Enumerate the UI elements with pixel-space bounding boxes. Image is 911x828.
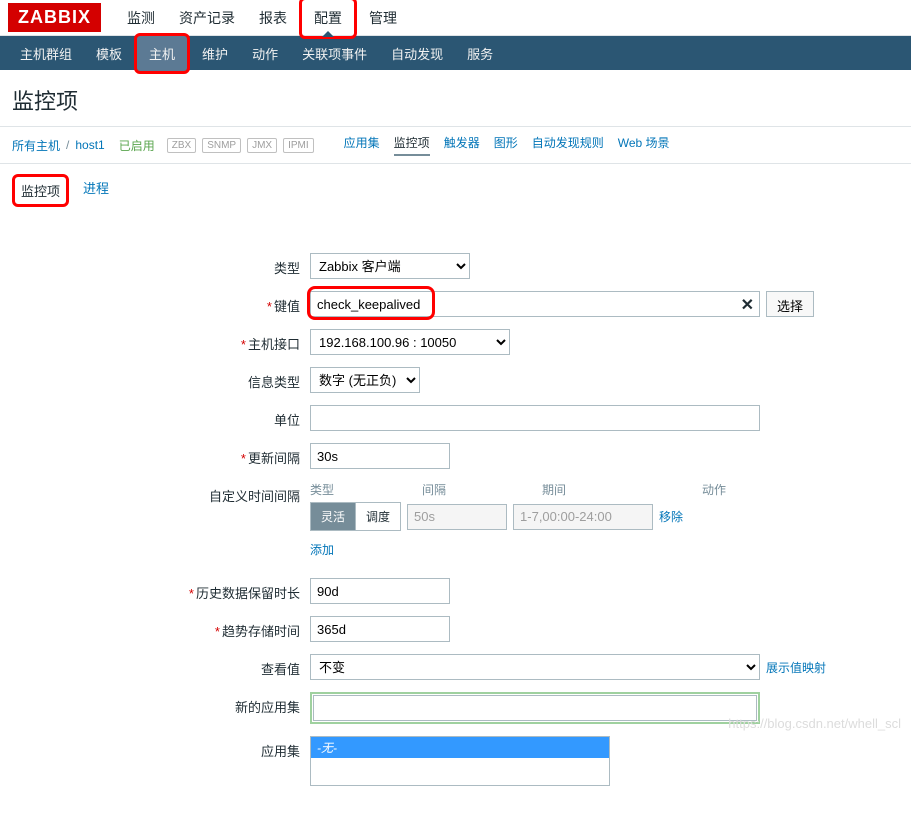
interval-type-toggle[interactable]: 灵活 调度 xyxy=(310,502,401,531)
irow-period-input[interactable] xyxy=(513,504,653,530)
label-newapp: 新的应用集 xyxy=(235,700,300,715)
showvalue-select[interactable]: 不变 xyxy=(310,654,760,680)
pill-zbx: ZBX xyxy=(167,138,196,153)
remove-link[interactable]: 移除 xyxy=(659,508,683,525)
item-form: *名称 xyxy=(0,213,911,253)
subnav-templates[interactable]: 模板 xyxy=(84,36,134,71)
subnav-actions[interactable]: 动作 xyxy=(240,36,290,71)
select-button[interactable]: 选择 xyxy=(766,291,814,317)
logo: ZABBIX xyxy=(8,3,101,32)
page-title: 监控项 xyxy=(0,70,911,126)
type-select[interactable]: Zabbix 客户端 xyxy=(310,253,470,279)
inner-tabs: 监控项 进程 xyxy=(0,164,911,213)
label-showvalue: 查看值 xyxy=(261,662,300,677)
infotype-select[interactable]: 数字 (无正负) xyxy=(310,367,420,393)
topnav-admin[interactable]: 管理 xyxy=(357,0,409,36)
history-input[interactable] xyxy=(310,578,450,604)
clear-icon[interactable]: ✕ xyxy=(741,295,754,315)
tab-discovery-rules[interactable]: 自动发现规则 xyxy=(532,134,604,156)
unit-input[interactable] xyxy=(310,405,760,431)
ihead-action: 动作 xyxy=(702,481,752,498)
innertab-process[interactable]: 进程 xyxy=(77,174,115,207)
pill-ipmi: IPMI xyxy=(283,138,314,153)
crumb-allhosts[interactable]: 所有主机 xyxy=(12,137,60,154)
ihead-interval: 间隔 xyxy=(422,481,542,498)
ihead-period: 期间 xyxy=(542,481,702,498)
add-link[interactable]: 添加 xyxy=(310,543,334,557)
status-enabled: 已启用 xyxy=(119,137,155,154)
pill-jmx: JMX xyxy=(247,138,277,153)
tab-triggers[interactable]: 触发器 xyxy=(444,134,480,156)
label-history: 历史数据保留时长 xyxy=(196,586,300,601)
label-custom: 自定义时间间隔 xyxy=(209,489,300,504)
breadcrumb-row: 所有主机 / host1 已启用 ZBX SNMP JMX IPMI 应用集 监… xyxy=(0,126,911,164)
ihead-type: 类型 xyxy=(310,481,422,498)
topnav-monitor[interactable]: 监测 xyxy=(115,0,167,36)
sub-nav: 主机群组 模板 主机 维护 动作 关联项事件 自动发现 服务 xyxy=(0,36,911,70)
subnav-hostgroups[interactable]: 主机群组 xyxy=(8,36,84,71)
toggle-flexible[interactable]: 灵活 xyxy=(310,502,355,531)
topnav-config[interactable]: 配置 xyxy=(299,0,357,39)
label-trend: 趋势存储时间 xyxy=(222,624,300,639)
tab-web[interactable]: Web 场景 xyxy=(618,134,670,156)
tab-items[interactable]: 监控项 xyxy=(394,134,430,156)
trend-input[interactable] xyxy=(310,616,450,642)
showmap-link[interactable]: 展示值映射 xyxy=(766,659,826,676)
iface-select[interactable]: 192.168.100.96 : 10050 xyxy=(310,329,510,355)
tab-graphs[interactable]: 图形 xyxy=(494,134,518,156)
subnav-maintenance[interactable]: 维护 xyxy=(190,36,240,71)
host-tabs: 应用集 监控项 触发器 图形 自动发现规则 Web 场景 xyxy=(344,134,670,156)
appset-option-none[interactable]: -无- xyxy=(311,737,609,758)
label-key: 键值 xyxy=(274,299,300,314)
appset-multiselect[interactable]: -无- xyxy=(310,736,610,786)
label-type: 类型 xyxy=(274,261,300,276)
tab-applications[interactable]: 应用集 xyxy=(344,134,380,156)
topnav-reports[interactable]: 报表 xyxy=(247,0,299,36)
pill-snmp: SNMP xyxy=(202,138,241,153)
label-iface: 主机接口 xyxy=(248,337,300,352)
top-nav: ZABBIX 监测 资产记录 报表 配置 管理 xyxy=(0,0,911,36)
toggle-schedule[interactable]: 调度 xyxy=(355,502,401,531)
label-interval: 更新间隔 xyxy=(248,451,300,466)
interval-input[interactable] xyxy=(310,443,450,469)
subnav-hosts[interactable]: 主机 xyxy=(134,33,190,74)
subnav-correlation[interactable]: 关联项事件 xyxy=(290,36,379,71)
topnav-inventory[interactable]: 资产记录 xyxy=(167,0,247,36)
irow-interval-input[interactable] xyxy=(407,504,507,530)
innertab-item[interactable]: 监控项 xyxy=(12,174,69,207)
label-unit: 单位 xyxy=(274,413,300,428)
item-form-body: *名称 类型 Zabbix 客户端 *键值 ✕ 选择 *主机接口 xyxy=(0,253,911,828)
key-input[interactable] xyxy=(310,291,760,317)
crumb-sep: / xyxy=(66,138,69,152)
newapp-input[interactable] xyxy=(313,695,757,721)
crumb-host[interactable]: host1 xyxy=(75,138,104,152)
label-appset: 应用集 xyxy=(261,744,300,759)
subnav-discovery[interactable]: 自动发现 xyxy=(379,36,455,71)
label-infotype: 信息类型 xyxy=(248,375,300,390)
subnav-services[interactable]: 服务 xyxy=(455,36,505,71)
interval-table: 类型 间隔 期间 动作 灵活 调度 移除 添加 xyxy=(310,481,760,558)
